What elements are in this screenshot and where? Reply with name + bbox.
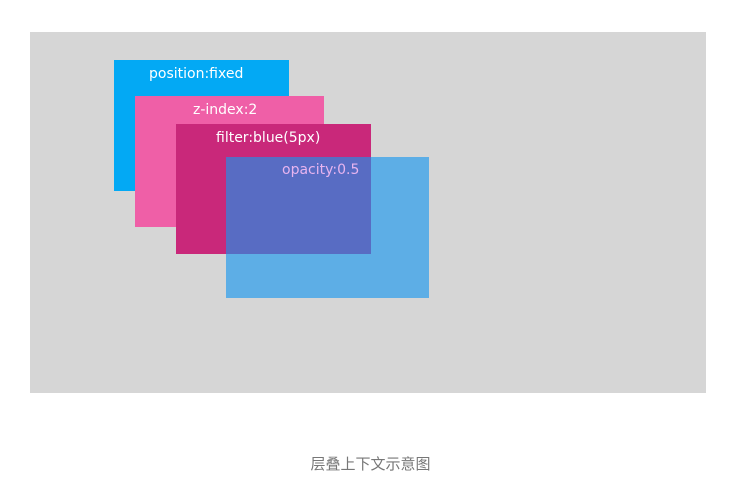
layer-position-fixed-label: position:fixed (149, 66, 244, 82)
layer-z-index-label: z-index:2 (193, 102, 258, 118)
layer-opacity-label: opacity:0.5 (282, 162, 360, 178)
layer-opacity: opacity:0.5 (226, 157, 429, 298)
diagram-stage: position:fixed z-index:2 filter:blue(5px… (30, 32, 706, 393)
diagram-caption: 层叠上下文示意图 (310, 455, 431, 473)
layer-filter-label: filter:blue(5px) (216, 130, 321, 146)
